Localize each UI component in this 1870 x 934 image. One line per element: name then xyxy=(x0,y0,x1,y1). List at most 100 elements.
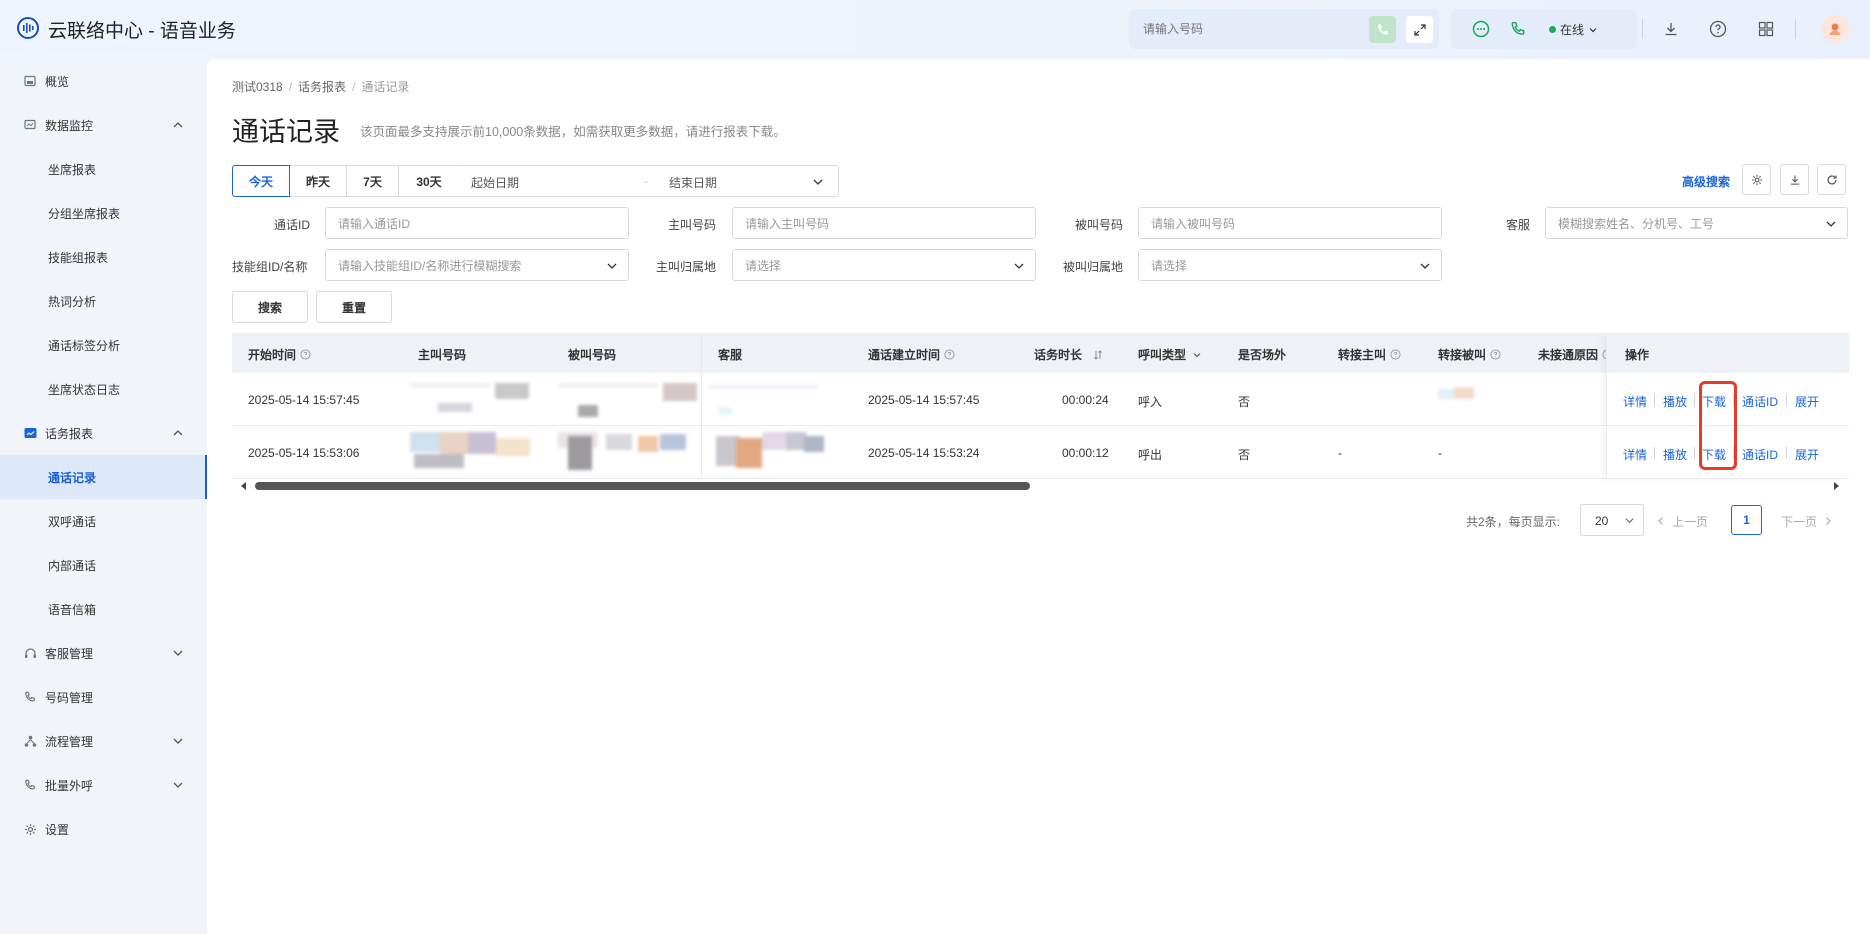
sidebar-item-number-management[interactable]: 号码管理 xyxy=(0,675,207,719)
table-horizontal-scrollbar[interactable] xyxy=(232,479,1848,493)
date-quick-select: 今天 昨天 7天 30天 xyxy=(232,165,460,197)
user-avatar[interactable] xyxy=(1821,15,1849,43)
chevron-up-icon xyxy=(173,430,183,436)
action-separator xyxy=(1786,394,1787,406)
col-transfer-caller: 转接主叫 xyxy=(1338,346,1401,363)
sidebar-item-voicemail[interactable]: 语音信箱 xyxy=(0,587,207,631)
page-number-current[interactable]: 1 xyxy=(1731,505,1762,535)
sidebar-item-flow-management[interactable]: 流程管理 xyxy=(0,719,207,763)
action-separator xyxy=(1654,447,1655,459)
sidebar-item-call-records[interactable]: 通话记录 xyxy=(0,455,207,499)
next-page-button[interactable]: 下一页 xyxy=(1781,505,1833,537)
col-duration[interactable]: 话务时长 xyxy=(1034,346,1104,363)
action-expand-link[interactable]: 展开 xyxy=(1795,393,1819,410)
sidebar-item-agent-report[interactable]: 坐席报表 xyxy=(0,147,207,191)
online-status-label: 在线 xyxy=(1560,23,1585,37)
sidebar-item-call-tag-analysis[interactable]: 通话标签分析 xyxy=(0,323,207,367)
action-expand-link[interactable]: 展开 xyxy=(1795,446,1819,463)
sidebar-item-agent-status-log[interactable]: 坐席状态日志 xyxy=(0,367,207,411)
date-range-picker[interactable]: 起始日期 - 结束日期 xyxy=(459,165,839,197)
help-icon[interactable] xyxy=(1707,18,1729,40)
action-details-link[interactable]: 详情 xyxy=(1623,446,1647,463)
callee-label: 被叫号码 xyxy=(1074,218,1123,232)
sidebar-item-settings[interactable]: 设置 xyxy=(0,807,207,851)
caller-input[interactable]: 请输入主叫号码 xyxy=(732,207,1036,239)
sidebar-item-batch-outbound[interactable]: 批量外呼 xyxy=(0,763,207,807)
end-date-field[interactable]: 结束日期 xyxy=(669,174,717,191)
chevron-left-icon xyxy=(1658,517,1663,525)
sidebar-item-hotword-analysis[interactable]: 热词分析 xyxy=(0,279,207,323)
flow-icon xyxy=(23,734,37,748)
sidebar-item-traffic-report[interactable]: 话务报表 xyxy=(0,411,207,455)
action-details-link[interactable]: 详情 xyxy=(1623,393,1647,410)
sidebar-item-group-agent-report[interactable]: 分组坐席报表 xyxy=(0,191,207,235)
expand-button[interactable] xyxy=(1406,16,1433,43)
sidebar-item-data-monitor[interactable]: 数据监控 xyxy=(0,103,207,147)
date-yesterday-button[interactable]: 昨天 xyxy=(290,166,347,196)
date-7days-button[interactable]: 7天 xyxy=(347,166,399,196)
advanced-search-link[interactable]: 高级搜索 xyxy=(1682,173,1730,190)
breadcrumb-item[interactable]: 测试0318 xyxy=(232,80,283,94)
action-play-link[interactable]: 播放 xyxy=(1663,393,1687,410)
start-date-field[interactable]: 起始日期 xyxy=(471,174,519,191)
refresh-icon xyxy=(1826,174,1837,185)
settings-button[interactable] xyxy=(1742,164,1771,195)
page-title: 通话记录 xyxy=(232,117,340,147)
redacted-caller xyxy=(410,432,534,472)
skill-group-select[interactable]: 请输入技能组ID/名称进行模糊搜索 xyxy=(325,249,629,281)
reset-button[interactable]: 重置 xyxy=(316,291,392,323)
callee-region-select[interactable]: 请选择 xyxy=(1138,249,1442,281)
date-today-button[interactable]: 今天 xyxy=(232,165,290,197)
download-icon[interactable] xyxy=(1660,18,1682,40)
sort-icon[interactable] xyxy=(1092,349,1104,361)
col-offsite: 是否场外 xyxy=(1238,348,1287,362)
date-range-separator: - xyxy=(644,174,648,188)
expand-icon xyxy=(1413,23,1426,36)
sidebar-item-skill-group-report[interactable]: 技能组报表 xyxy=(0,235,207,279)
page-size-select[interactable]: 20 xyxy=(1580,504,1644,536)
scrollbar-thumb[interactable] xyxy=(255,482,1030,490)
action-call-id-link[interactable]: 通话ID xyxy=(1742,446,1778,463)
sidebar-item-agent-management[interactable]: 客服管理 xyxy=(0,631,207,675)
redacted-agent xyxy=(716,430,826,474)
monitor-icon xyxy=(23,118,37,132)
refresh-button[interactable] xyxy=(1817,164,1846,195)
top-bar: 云联络中心 - 语音业务 在线 xyxy=(0,0,1870,59)
online-status-dropdown[interactable]: 在线 xyxy=(1549,21,1598,38)
date-30days-button[interactable]: 30天 xyxy=(399,166,459,196)
chevron-down-icon xyxy=(1625,518,1634,524)
prev-page-button[interactable]: 上一页 xyxy=(1656,505,1708,537)
col-caller: 主叫号码 xyxy=(418,348,467,362)
action-call-id-link[interactable]: 通话ID xyxy=(1742,393,1778,410)
col-call-type[interactable]: 呼叫类型 xyxy=(1138,346,1202,363)
cell-duration: 00:00:24 xyxy=(1062,393,1109,407)
callee-input[interactable]: 请输入被叫号码 xyxy=(1138,207,1442,239)
sidebar-item-dual-call[interactable]: 双呼通话 xyxy=(0,499,207,543)
chevron-down-icon xyxy=(1193,352,1201,357)
call-id-input[interactable]: 请输入通话ID xyxy=(325,207,629,239)
search-button[interactable]: 搜索 xyxy=(232,291,308,323)
agent-select[interactable]: 模糊搜索姓名、分机号、工号 xyxy=(1545,207,1848,239)
export-button[interactable] xyxy=(1780,164,1809,195)
col-actions-header: 操作 xyxy=(1625,348,1650,362)
action-separator xyxy=(1694,447,1695,459)
cell-duration: 00:00:12 xyxy=(1062,446,1109,460)
phone-status-icon[interactable] xyxy=(1507,18,1529,40)
phone-number-input[interactable] xyxy=(1143,19,1343,39)
scroll-left-icon[interactable] xyxy=(240,482,248,490)
cell-start-time: 2025-05-14 15:53:06 xyxy=(248,446,360,460)
scroll-right-icon[interactable] xyxy=(1832,482,1840,490)
call-button[interactable] xyxy=(1369,16,1396,43)
col-transfer-callee: 转接被叫 xyxy=(1438,346,1501,363)
apps-grid-icon[interactable] xyxy=(1755,18,1777,40)
breadcrumb-item[interactable]: 话务报表 xyxy=(298,80,346,94)
sidebar-item-overview[interactable]: 概览 xyxy=(0,59,207,103)
col-callee: 被叫号码 xyxy=(568,348,617,362)
col-unanswered-reason: 未接通原因 xyxy=(1538,346,1613,363)
action-play-link[interactable]: 播放 xyxy=(1663,446,1687,463)
cell-offsite: 否 xyxy=(1238,395,1251,409)
chat-icon[interactable] xyxy=(1470,18,1492,40)
caller-region-select[interactable]: 请选择 xyxy=(732,249,1036,281)
sidebar-item-internal-call[interactable]: 内部通话 xyxy=(0,543,207,587)
redacted-callee xyxy=(558,383,698,417)
